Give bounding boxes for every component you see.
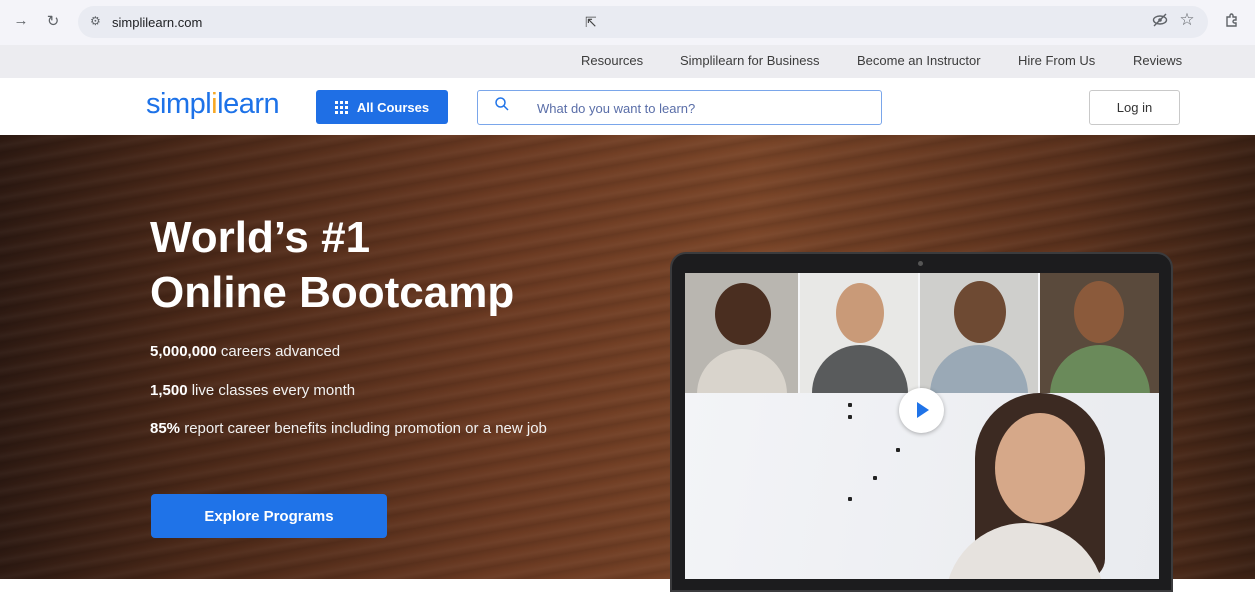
search-placeholder: What do you want to learn? xyxy=(537,101,696,116)
login-button[interactable]: Log in xyxy=(1089,90,1180,125)
play-video-button[interactable] xyxy=(899,388,944,433)
stat-value: 5,000,000 xyxy=(150,343,217,360)
logo-text-part3: learn xyxy=(217,88,280,120)
grid-icon xyxy=(334,100,348,114)
forward-arrow-icon[interactable]: → xyxy=(11,12,31,29)
nav-link-instructor[interactable]: Become an Instructor xyxy=(857,53,981,68)
whiteboard-dot xyxy=(848,497,852,501)
participant-tile-3 xyxy=(920,273,1038,405)
puzzle-extension-icon[interactable] xyxy=(1222,12,1242,32)
search-icon xyxy=(495,97,509,111)
participant-tile-4 xyxy=(1040,273,1159,405)
stat-text: report career benefits including promoti… xyxy=(180,420,547,437)
laptop-camera xyxy=(918,261,923,266)
mouse-cursor-icon: ⇱ xyxy=(585,14,597,30)
all-courses-button[interactable]: All Courses xyxy=(316,90,448,124)
star-icon[interactable]: ☆ xyxy=(1177,10,1197,30)
address-bar[interactable] xyxy=(78,6,1208,38)
nav-link-resources[interactable]: Resources xyxy=(581,53,643,68)
reload-icon[interactable]: ↻ xyxy=(43,12,63,30)
participant-tile-1 xyxy=(685,273,798,409)
hero-title-line2: Online Bootcamp xyxy=(150,268,515,317)
eye-slash-icon[interactable] xyxy=(1150,12,1170,32)
simplilearn-logo[interactable]: simplilearn xyxy=(146,88,280,121)
whiteboard-dot xyxy=(873,476,877,480)
hero-title: World’s #1 Online Bootcamp xyxy=(150,210,514,320)
explore-programs-button[interactable]: Explore Programs xyxy=(151,494,387,538)
stat-text: careers advanced xyxy=(216,343,341,360)
all-courses-label: All Courses xyxy=(356,99,430,115)
stat-text: live classes every month xyxy=(187,382,356,399)
stat-benefits: 85% report career benefits including pro… xyxy=(150,420,547,437)
whiteboard-dot xyxy=(848,403,852,407)
stat-classes: 1,500 live classes every month xyxy=(150,382,355,399)
logo-text-part1: simpl xyxy=(146,88,212,120)
whiteboard-dot xyxy=(896,448,900,452)
stat-careers: 5,000,000 careers advanced xyxy=(150,343,340,360)
nav-link-hire[interactable]: Hire From Us xyxy=(1018,53,1095,68)
whiteboard-dot xyxy=(848,415,852,419)
participant-tile-2 xyxy=(800,273,918,405)
nav-link-reviews[interactable]: Reviews xyxy=(1133,53,1182,68)
stat-value: 1,500 xyxy=(150,382,188,399)
hero-title-line1: World’s #1 xyxy=(150,213,371,262)
url-text[interactable]: simplilearn.com xyxy=(112,15,202,30)
site-info-icon[interactable]: ⚙ xyxy=(90,14,101,28)
presenter-face xyxy=(995,413,1085,523)
nav-link-business[interactable]: Simplilearn for Business xyxy=(680,53,819,68)
stat-value: 85% xyxy=(150,420,181,437)
